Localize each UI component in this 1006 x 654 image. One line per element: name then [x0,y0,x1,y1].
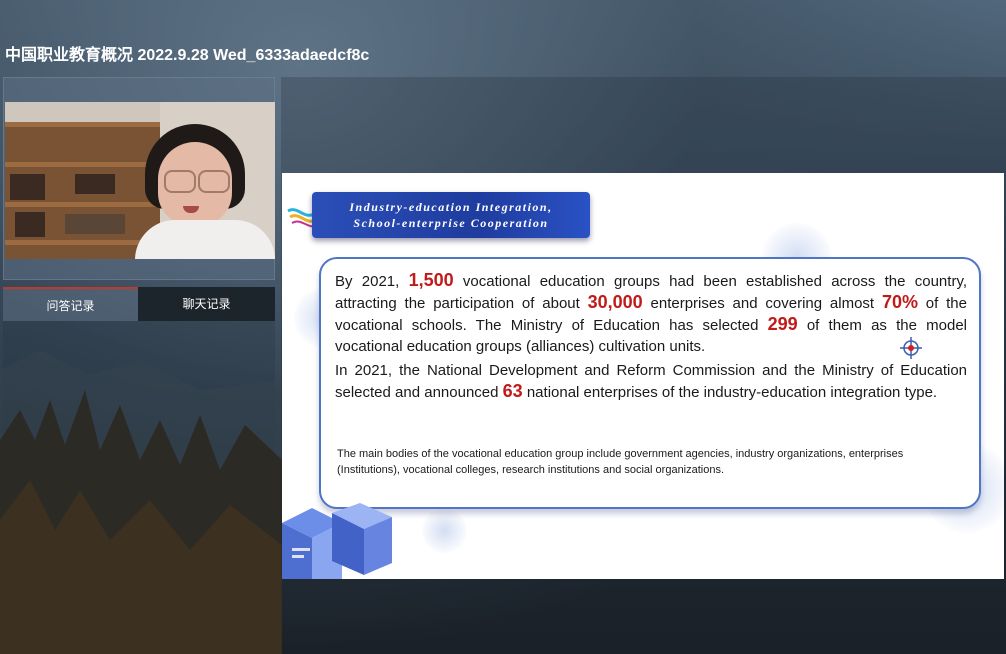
bookshelf-background [5,122,160,259]
record-tabs: 问答记录 聊天记录 [3,287,275,321]
tab-qa-records[interactable]: 问答记录 [3,287,138,321]
presenter-video[interactable] [5,102,275,259]
title-bar: 中国职业教育概况 2022.9.28 Wed_6333adaedcf8c [0,0,1006,78]
forest-background [0,350,282,654]
stat-model-groups: 299 [767,314,798,334]
content-box: By 2021, 1,500 vocational education grou… [319,257,981,509]
tab-chat-records[interactable]: 聊天记录 [138,287,275,321]
video-frame [3,77,275,280]
footnote: The main bodies of the vocational educat… [337,448,904,476]
stat-national-enterprises: 63 [502,381,523,401]
paragraph-groups: By 2021, 1,500 vocational education grou… [335,270,968,355]
paragraph-enterprises: In 2021, the National Development and Re… [335,362,967,401]
stat-enterprises: 30,000 [587,292,643,312]
stat-groups: 1,500 [408,270,454,290]
stat-coverage: 70% [881,292,918,312]
isometric-decoration [282,503,392,579]
section-banner: Industry-education Integration, School-e… [312,192,590,238]
window-title: 中国职业教育概况 2022.9.28 Wed_6333adaedcf8c [5,47,370,64]
person-shirt [135,220,275,259]
banner-title-line1: Industry-education Integration, [349,200,553,214]
glasses-right [198,170,230,193]
presentation-slide: Industry-education Integration, School-e… [282,173,1004,579]
glasses-left [164,170,196,193]
laser-pointer-icon [900,337,922,359]
banner-title-line2: School-enterprise Cooperation [353,216,549,230]
